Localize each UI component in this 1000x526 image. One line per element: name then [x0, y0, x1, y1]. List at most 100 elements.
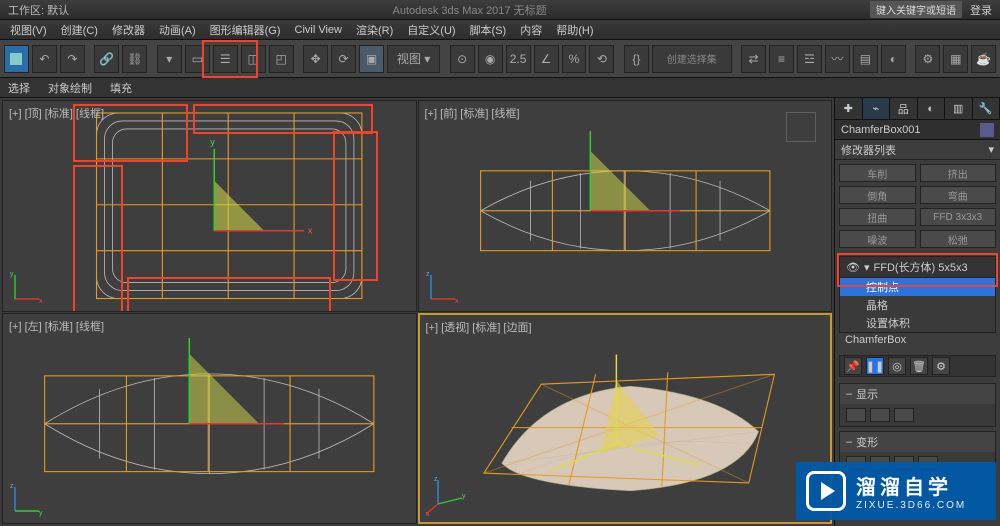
manip-button[interactable]: ◉ [478, 45, 503, 73]
menu-content[interactable]: 内容 [514, 20, 548, 40]
modify-icon: ⌁ [872, 102, 879, 115]
menu-modifier[interactable]: 修改器 [106, 20, 151, 40]
stack-lattice[interactable]: 晶格 [840, 296, 995, 314]
tab-utilities[interactable]: 🔧 [973, 98, 1000, 119]
stack-set-volume[interactable]: 设置体积 [840, 314, 995, 332]
btn-extrude[interactable]: 挤出 [920, 164, 997, 182]
spinner-snap-button[interactable]: ⟲ [589, 45, 614, 73]
layer-button[interactable]: ☲ [797, 45, 822, 73]
chevron-down-icon: ▾ [988, 143, 994, 156]
render-button[interactable]: ☕ [971, 45, 996, 73]
viewport-front-label[interactable]: [+] [前] [标准] [线框] [425, 105, 520, 121]
stack-tools-bar: 📌 ❚❚ ◎ 🗑 ⚙ [839, 355, 996, 377]
app-button[interactable] [4, 45, 29, 73]
select-name-button[interactable]: ☰ [213, 45, 238, 73]
tab-hierarchy[interactable]: 品 [890, 98, 918, 119]
stack-ffd-head[interactable]: 👁 ▾ FFD(长方体) 5x5x3 [839, 256, 996, 278]
configure-sets-button[interactable]: ⚙ [932, 357, 950, 375]
make-unique-button[interactable]: ◎ [888, 357, 906, 375]
menu-render[interactable]: 渲染(R) [350, 20, 399, 40]
select-combo[interactable]: ▾ [157, 45, 182, 73]
display-option-1[interactable] [846, 408, 866, 422]
viewport-persp-label[interactable]: [+] [透视] [标准] [边面] [426, 319, 532, 335]
rollup-deform-header[interactable]: –变形 [840, 432, 995, 452]
show-end-result-button[interactable]: ❚❚ [866, 357, 884, 375]
scale-button[interactable]: ▣ [359, 45, 384, 73]
rollup-display-header[interactable]: –显示 [840, 384, 995, 404]
display-option-3[interactable] [894, 408, 914, 422]
rollup-display: –显示 [839, 383, 996, 427]
menu-civil[interactable]: Civil View [289, 22, 348, 38]
render-setup-button[interactable]: ⚙ [915, 45, 940, 73]
stack-base-object[interactable]: ChamferBox [839, 333, 996, 347]
material-editor-button[interactable]: ◐ [881, 45, 906, 73]
ribbon-obj-paint[interactable]: 对象绘制 [48, 80, 92, 96]
btn-relax[interactable]: 松弛 [920, 230, 997, 248]
svg-text:y: y [210, 137, 215, 147]
undo-button[interactable]: ↶ [32, 45, 57, 73]
btn-bevel[interactable]: 倒角 [839, 186, 916, 204]
pin-stack-button[interactable]: 📌 [844, 357, 862, 375]
pivot-button[interactable]: ⊙ [450, 45, 475, 73]
remove-modifier-button[interactable]: 🗑 [910, 357, 928, 375]
move-button[interactable]: ✥ [303, 45, 328, 73]
menu-view[interactable]: 视图(V) [4, 20, 53, 40]
display-option-2[interactable] [870, 408, 890, 422]
ref-coord-button[interactable]: 视图 ▾ [387, 45, 440, 73]
viewport-persp[interactable]: [+] [透视] [标准] [边面] yzx [418, 313, 833, 525]
tab-motion[interactable]: ◐ [918, 98, 946, 119]
login-label[interactable]: 登录 [970, 2, 992, 18]
tab-modify[interactable]: ⌁ [863, 98, 891, 119]
menu-graph[interactable]: 图形编辑器(G) [204, 20, 287, 40]
svg-text:x: x [308, 226, 313, 236]
modifier-stack: 👁 ▾ FFD(长方体) 5x5x3 控制点 晶格 设置体积 ChamferBo… [835, 252, 1000, 351]
angle-snap-button[interactable]: ∠ [534, 45, 559, 73]
tab-display[interactable]: ▥ [945, 98, 973, 119]
render-frame-button[interactable]: ▦ [943, 45, 968, 73]
select-region-button[interactable]: ◫ [241, 45, 266, 73]
unlink-button[interactable]: ⛓ [122, 45, 147, 73]
object-name-field[interactable]: ChamferBox001 [835, 120, 1000, 140]
link-button[interactable]: 🔗 [94, 45, 119, 73]
select-object-button[interactable]: ▭ [185, 45, 210, 73]
percent-snap-button[interactable]: % [562, 45, 587, 73]
viewcube[interactable] [781, 107, 821, 147]
ribbon-select[interactable]: 选择 [8, 80, 30, 96]
svg-text:x: x [426, 511, 430, 516]
window-crossing-button[interactable]: ◰ [269, 45, 294, 73]
viewport-top[interactable]: [+] [顶] [标准] [线框] x [2, 100, 417, 312]
mirror-button[interactable]: ⇄ [741, 45, 766, 73]
ribbon-fill[interactable]: 填充 [110, 80, 132, 96]
object-color-swatch[interactable] [980, 123, 994, 137]
menu-script[interactable]: 脚本(S) [464, 20, 513, 40]
btn-twist[interactable]: 扭曲 [839, 208, 916, 226]
schematic-button[interactable]: ▤ [853, 45, 878, 73]
menu-animation[interactable]: 动画(A) [153, 20, 202, 40]
redo-button[interactable]: ↷ [60, 45, 85, 73]
curve-editor-button[interactable]: 〰 [825, 45, 850, 73]
btn-noise[interactable]: 噪波 [839, 230, 916, 248]
viewport-front[interactable]: [+] [前] [标准] [线框] xz [418, 100, 833, 312]
stack-control-points[interactable]: 控制点 [840, 278, 995, 296]
named-sel-button[interactable]: {} [624, 45, 649, 73]
btn-ffd3[interactable]: FFD 3x3x3 [920, 208, 997, 226]
menu-help[interactable]: 帮助(H) [550, 20, 599, 40]
viewport-left[interactable]: [+] [左] [标准] [线框] yz [2, 313, 417, 525]
modifier-list-dropdown[interactable]: 修改器列表 ▾ [835, 140, 1000, 160]
selection-set-dropdown[interactable]: 创建选择集 [652, 45, 732, 73]
app-title: Autodesk 3ds Max 2017 无标题 [77, 2, 862, 18]
align-button[interactable]: ≡ [769, 45, 794, 73]
menu-create[interactable]: 创建(C) [55, 20, 104, 40]
svg-text:z: z [426, 271, 430, 278]
tab-create[interactable]: ✚ [835, 98, 863, 119]
menu-customize[interactable]: 自定义(U) [401, 20, 461, 40]
watermark-url: ZIXUE.3D66.COM [856, 500, 966, 511]
btn-bend[interactable]: 弯曲 [920, 186, 997, 204]
snap-toggle-button[interactable]: 2.5 [506, 45, 531, 73]
viewport-top-label[interactable]: [+] [顶] [标准] [线框] [9, 105, 104, 121]
watermark-badge: 溜溜自学 ZIXUE.3D66.COM [796, 462, 996, 520]
btn-lathe[interactable]: 车削 [839, 164, 916, 182]
search-box[interactable]: 键入关键字或短语 [870, 1, 962, 18]
rotate-button[interactable]: ⟳ [331, 45, 356, 73]
viewport-left-label[interactable]: [+] [左] [标准] [线框] [9, 318, 104, 334]
